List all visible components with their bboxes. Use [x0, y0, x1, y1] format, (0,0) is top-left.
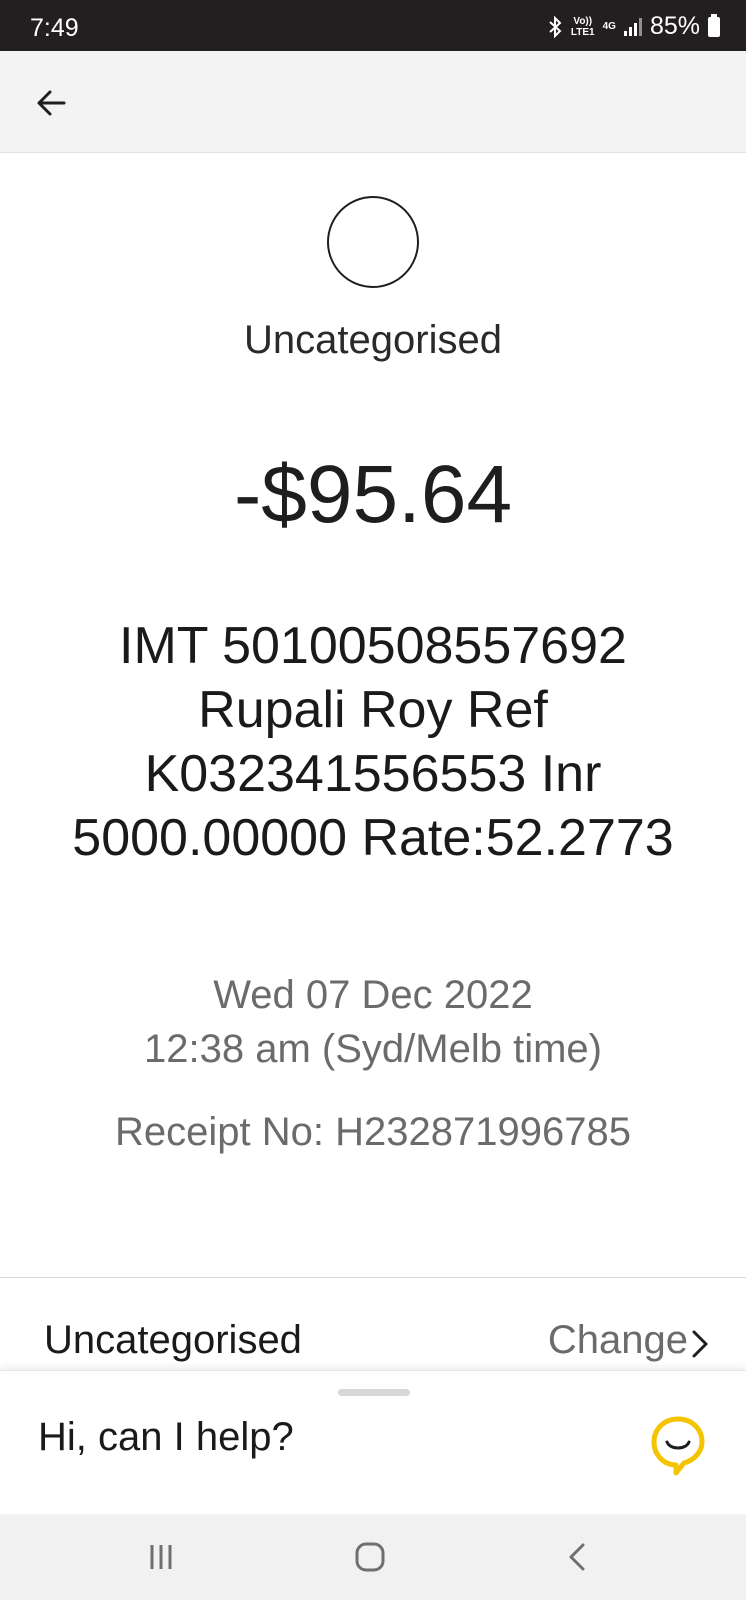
category-icon	[327, 196, 419, 288]
transaction-datetime: Wed 07 Dec 2022 12:38 am (Syd/Melb time)	[0, 968, 746, 1076]
chat-assistant-icon[interactable]	[650, 1415, 706, 1477]
system-back-icon[interactable]	[566, 1541, 588, 1573]
transaction-date: Wed 07 Dec 2022	[213, 973, 533, 1017]
battery-icon	[708, 13, 720, 37]
help-panel[interactable]: Hi, can I help?	[0, 1370, 746, 1514]
status-bar: 7:49 Vo)) LTE1 4G 85%	[0, 0, 746, 51]
transaction-description: IMT 50100508557692 Rupali Roy Ref K03234…	[72, 617, 674, 867]
recent-apps-icon[interactable]	[146, 1542, 176, 1572]
chevron-right-icon[interactable]	[688, 1324, 712, 1364]
divider	[0, 1277, 746, 1278]
network-indicator: Vo)) LTE1	[571, 16, 595, 38]
change-category-button[interactable]: Change	[548, 1318, 688, 1363]
category-row-label: Uncategorised	[44, 1318, 302, 1362]
home-icon[interactable]	[354, 1541, 386, 1573]
back-arrow-icon[interactable]	[30, 81, 74, 125]
help-prompt[interactable]: Hi, can I help?	[38, 1415, 294, 1460]
system-nav-bar	[0, 1514, 746, 1600]
lte-label: LTE1	[570, 26, 595, 38]
network-type: 4G	[602, 21, 616, 32]
volte-label: Vo))	[573, 15, 593, 27]
transaction-time: 12:38 am (Syd/Melb time)	[144, 1027, 602, 1071]
battery-percent: 85%	[649, 12, 700, 40]
receipt-number: Receipt No: H232871996785	[115, 1110, 631, 1154]
category-title: Uncategorised	[244, 318, 502, 362]
drag-handle[interactable]	[338, 1389, 410, 1396]
signal-icon	[623, 17, 642, 36]
status-time: 7:49	[30, 14, 79, 42]
app-bar	[0, 51, 746, 153]
bluetooth-icon	[549, 15, 562, 38]
status-indicators: Vo)) LTE1 4G 85%	[547, 12, 720, 41]
transaction-amount: -$95.64	[233, 449, 513, 540]
